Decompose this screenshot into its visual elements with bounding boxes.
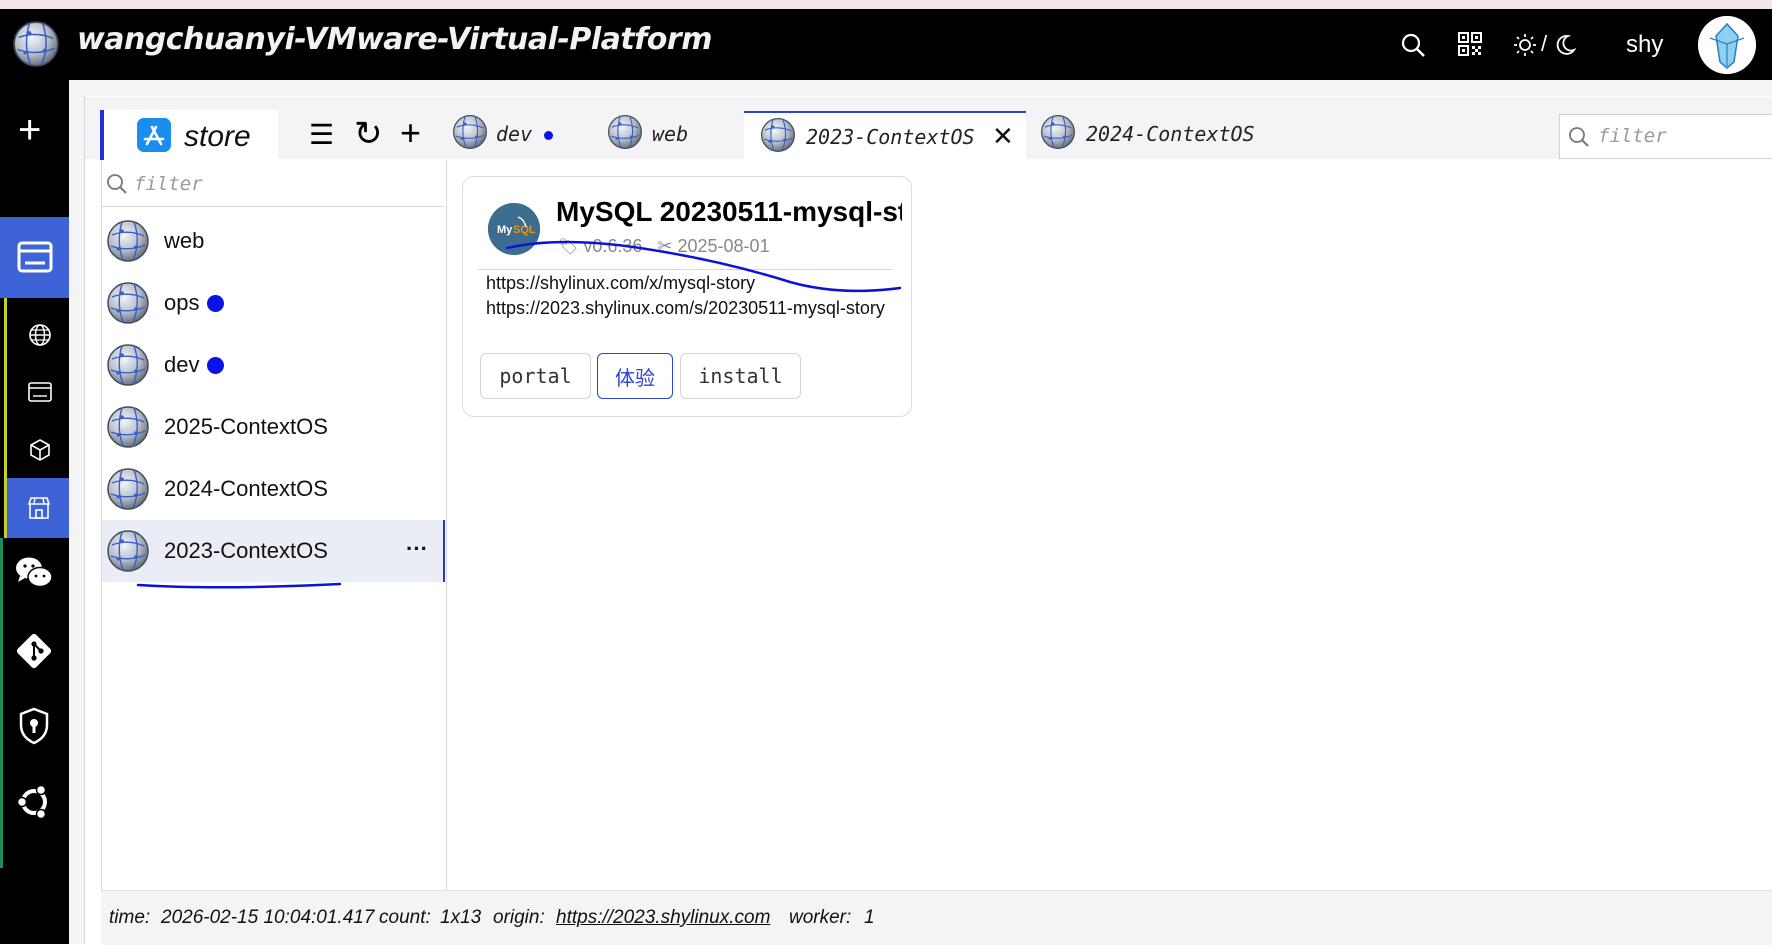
status-count-label: count: [379,907,431,928]
app-store-icon [137,118,171,152]
git-icon[interactable] [15,632,53,670]
status-origin-label: origin: [493,907,545,928]
sidebar-item-label: ops [164,290,200,315]
portal-button[interactable]: portal [480,353,591,399]
status-worker-value: 1 [864,907,875,928]
unread-dot [207,295,224,312]
qrcode-icon[interactable] [1458,32,1482,56]
card-link[interactable]: https://2023.shylinux.com/s/20230511-mys… [486,298,896,319]
tab-label: web [652,122,689,146]
status-origin-link[interactable]: https://2023.shylinux.com [556,907,770,929]
rail-add-button[interactable]: + [18,110,41,150]
shield-icon[interactable] [18,707,50,745]
globe-icon [107,530,149,572]
tab-filter-input[interactable]: filter [1559,114,1772,159]
hostname-title: wangchuanyi-VMware-Virtual-Platform [77,22,712,57]
origin-link[interactable]: https://2023.shylinux.com [556,907,770,928]
window-top-edge [0,0,1772,9]
status-count-value: 1x13 [440,907,482,928]
filter-placeholder: filter [134,173,203,195]
tab-dev[interactable]: dev [452,112,562,160]
tab-label: 2024-ContextOS [1086,122,1255,146]
tab-label: 2023-ContextOS [806,125,975,149]
sidebar-item-ops[interactable]: ops [102,272,445,334]
card-date: 2025-08-01 [677,236,770,256]
tab-2024-contextos[interactable]: 2024-ContextOS [1040,112,1270,160]
add-tab-button[interactable]: + [400,112,421,154]
mysql-logo: My SQL [488,203,540,255]
more-menu-button[interactable]: ··· [406,536,428,562]
sidebar-item-label: 2023-ContextOS [164,538,328,563]
theme-separator: / [1541,31,1548,56]
sidebar-item-label: 2024-ContextOS [164,476,328,501]
svg-text:SQL: SQL [513,224,536,236]
sidebar-item-dev[interactable]: dev [102,334,445,396]
search-icon[interactable] [1400,32,1426,58]
unread-dot [207,357,224,374]
globe-icon [761,118,795,152]
search-icon [1569,127,1589,147]
rail-item-desktop[interactable] [0,217,69,298]
menu-button[interactable]: ☰ [309,118,334,151]
card-link[interactable]: https://shylinux.com/x/mysql-story [486,273,896,294]
globe-icon [1041,115,1075,149]
status-time-value: 2026-02-15 10:04:01.417 [161,907,375,928]
window-icon[interactable] [28,382,52,402]
install-button[interactable]: install [680,353,801,399]
sidebar-item-label: web [164,228,205,253]
sidebar-item-web[interactable]: web [102,210,445,272]
rail-item-store[interactable] [7,478,69,538]
rail-group-indicator [0,538,3,868]
filter-placeholder: filter [1598,125,1667,147]
app-logo-globe-icon[interactable] [12,20,60,68]
globe-icon [107,220,149,262]
desktop-icon [17,241,53,273]
globe-icon [608,115,642,149]
tab-2023-contextos[interactable]: 2023-ContextOS ✕ [744,111,1026,163]
try-button[interactable]: 体验 [597,353,673,399]
svg-text:My: My [497,224,513,236]
search-icon [107,174,127,194]
ubuntu-icon[interactable] [16,784,52,820]
wechat-icon[interactable] [15,556,53,590]
globe-icon [107,468,149,510]
user-avatar[interactable] [1698,16,1756,74]
username[interactable]: shy [1626,31,1663,59]
tab-web[interactable]: web [607,112,707,160]
package-icon[interactable] [28,438,52,462]
card-version: v0.6.36 [583,236,643,256]
sidebar-item-2023-contextos[interactable]: 2023-ContextOS ··· [102,520,445,582]
card-meta: 🏷 v0.6.36 ✂ 2025-08-01 [558,236,770,257]
close-icon[interactable]: ✕ [992,121,1014,152]
tab-label: dev [496,122,533,146]
sidebar-item-2024-contextos[interactable]: 2024-ContextOS [102,458,445,520]
globe-icon [107,282,149,324]
globe-icon [107,406,149,448]
globe-icon [107,344,149,386]
card-title: MySQL 20230511-mysql-story [556,196,902,227]
tag-icon: 🏷 [558,239,579,256]
store-tab-label: store [184,120,251,153]
sidebar-item-label: 2025-ContextOS [164,414,328,439]
tools-icon: ✂ [657,236,673,256]
status-time-label: time: [109,907,151,928]
status-worker-label: worker: [789,907,852,928]
sidebar-item-label: dev [164,352,200,377]
card-divider [478,269,893,270]
moon-icon[interactable] [1554,33,1576,57]
globe-icon[interactable] [28,323,52,347]
sidebar-filter-input[interactable]: filter [102,162,444,207]
refresh-button[interactable]: ↻ [354,114,383,154]
unread-dot [544,131,553,140]
store-icon [27,497,51,519]
globe-icon [453,115,487,149]
sun-icon[interactable] [1513,33,1537,57]
sidebar-item-2025-contextos[interactable]: 2025-ContextOS [102,396,445,458]
